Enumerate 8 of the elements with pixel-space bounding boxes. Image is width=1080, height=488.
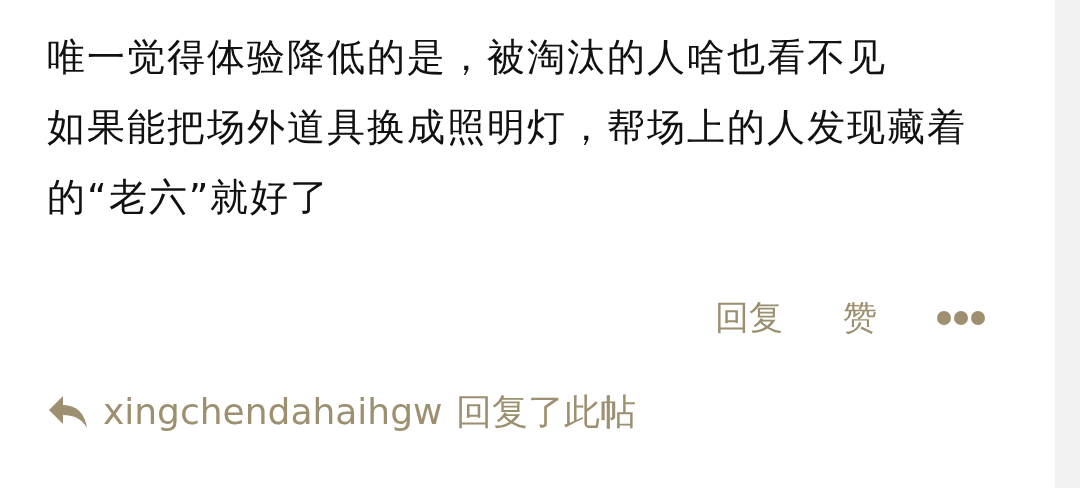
activity-text: 回复了此帖 xyxy=(456,390,637,434)
activity-user[interactable]: xingchendahaihgw xyxy=(103,385,443,439)
more-icon[interactable] xyxy=(937,309,985,326)
comment-text: 如果能把场外道具换成照明灯，帮场上的人发现藏着的“老六”就好了 xyxy=(47,104,968,221)
action-link[interactable]: 赞 xyxy=(843,292,877,343)
reply-icon xyxy=(47,394,89,430)
action-link[interactable]: 回复 xyxy=(715,292,783,343)
comment-text: 唯一觉得体验降低的是，被淘汰的人啥也看不见 xyxy=(47,34,888,81)
